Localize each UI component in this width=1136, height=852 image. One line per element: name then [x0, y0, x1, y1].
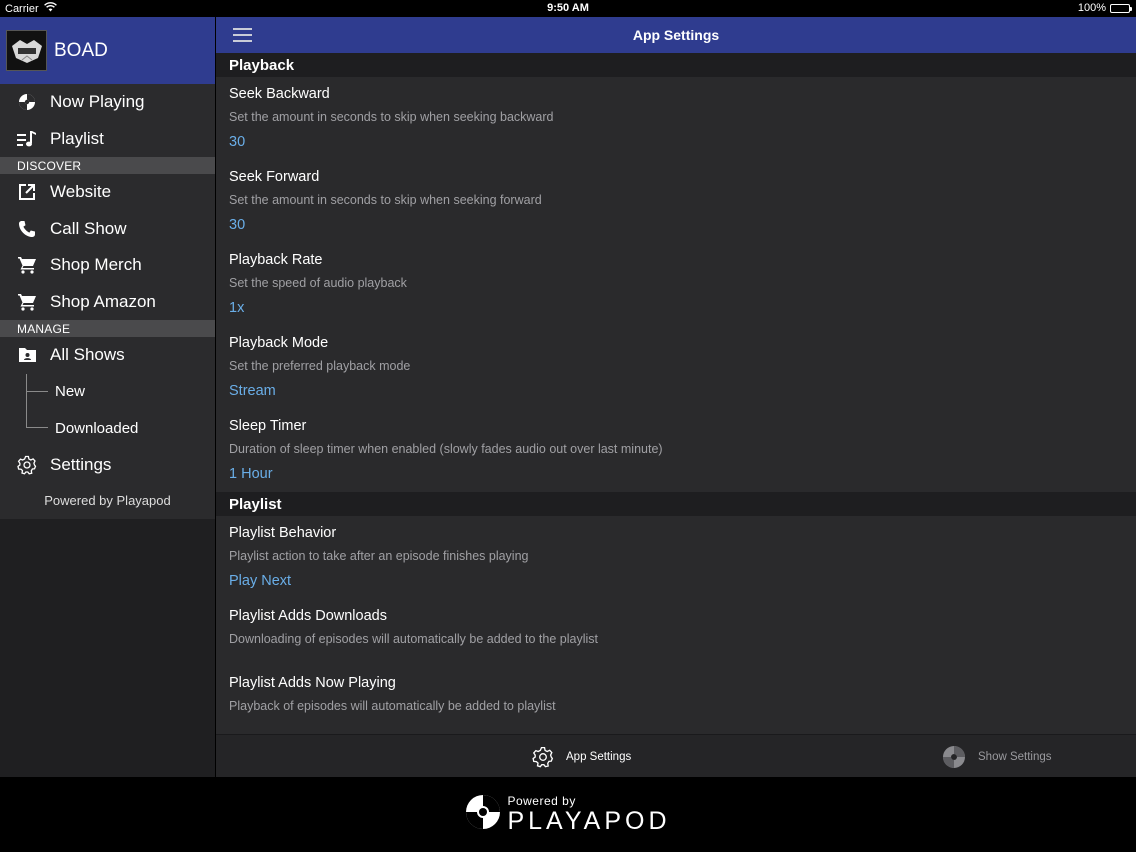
setting-description: Set the preferred playback mode: [229, 359, 411, 373]
cart-icon: [17, 255, 37, 275]
sidebar-item-now-playing[interactable]: Now Playing: [0, 84, 215, 121]
setting-seek-backward[interactable]: Seek Backward Set the amount in seconds …: [216, 77, 1136, 160]
phone-icon: [17, 219, 37, 239]
external-link-icon: [17, 182, 37, 202]
tab-label: App Settings: [566, 750, 632, 763]
sidebar-item-label: New: [55, 383, 86, 401]
setting-description: Downloading of episodes will automatical…: [229, 632, 598, 646]
setting-value[interactable]: 1x: [229, 300, 1136, 316]
sidebar-item-new[interactable]: New: [0, 373, 215, 410]
sidebar-item-label: Shop Amazon: [50, 291, 156, 311]
setting-description: Duration of sleep timer when enabled (sl…: [229, 442, 663, 456]
battery-percent: 100%: [1077, 2, 1106, 14]
sidebar: BOAD Now Playing Playlist DISCOVER Websi…: [0, 17, 215, 777]
sidebar-item-all-shows[interactable]: All Shows: [0, 337, 215, 374]
sidebar-item-label: All Shows: [50, 345, 125, 365]
tab-app-settings[interactable]: App Settings: [532, 735, 631, 778]
tree-connector: [26, 373, 48, 392]
playlist-icon: [17, 129, 37, 149]
tree-connector: [26, 410, 48, 429]
setting-name: Playback Mode: [229, 335, 329, 351]
sidebar-item-website[interactable]: Website: [0, 174, 215, 211]
powered-by-label: Powered by: [507, 794, 576, 808]
setting-value[interactable]: 1 Hour: [229, 466, 1136, 482]
setting-name: Sleep Timer: [229, 418, 307, 434]
sidebar-item-downloaded[interactable]: Downloaded: [0, 410, 215, 447]
setting-description: Playback of episodes will automatically …: [229, 699, 556, 713]
setting-description: Playlist action to take after an episode…: [229, 549, 529, 563]
playapod-disc-icon: [465, 794, 501, 835]
setting-playlist-adds-downloads[interactable]: Playlist Adds Downloads Downloading of e…: [216, 599, 1136, 666]
sidebar-item-label: Playlist: [50, 128, 104, 148]
battery-icon: [1110, 3, 1132, 13]
setting-playback-mode[interactable]: Playback Mode Set the preferred playback…: [216, 326, 1136, 409]
setting-description: Set the amount in seconds to skip when s…: [229, 110, 554, 124]
section-label-discover: DISCOVER: [0, 157, 215, 174]
clock: 9:50 AM: [547, 2, 589, 14]
brand-header[interactable]: BOAD: [0, 17, 215, 84]
setting-name: Playlist Behavior: [229, 525, 337, 541]
cart-icon: [17, 292, 37, 312]
show-logo: [6, 30, 47, 71]
section-header-playback: Playback: [216, 53, 1136, 77]
setting-name: Seek Backward: [229, 86, 330, 102]
sidebar-item-label: Settings: [50, 454, 112, 474]
powered-by-text: Powered by Playapod: [44, 493, 171, 508]
gear-icon: [17, 455, 37, 475]
setting-playback-rate[interactable]: Playback Rate Set the speed of audio pla…: [216, 243, 1136, 326]
sidebar-item-label: Call Show: [50, 218, 127, 238]
setting-description: Set the speed of audio playback: [229, 276, 407, 290]
setting-name: Playlist Adds Downloads: [229, 608, 387, 624]
tab-show-settings[interactable]: Show Settings: [942, 735, 1052, 778]
setting-value[interactable]: 30: [229, 217, 1136, 233]
nav-bar: App Settings: [216, 17, 1136, 53]
status-bar: Carrier 9:50 AM 100%: [0, 0, 1136, 17]
gear-icon: [532, 746, 554, 768]
playapod-logo[interactable]: Powered by PLAYAPOD: [465, 794, 670, 835]
setting-name: Playlist Adds Now Playing: [229, 675, 396, 691]
setting-sleep-timer[interactable]: Sleep Timer Duration of sleep timer when…: [216, 409, 1136, 492]
sidebar-item-shop-amazon[interactable]: Shop Amazon: [0, 284, 215, 321]
setting-seek-forward[interactable]: Seek Forward Set the amount in seconds t…: [216, 160, 1136, 243]
setting-name: Seek Forward: [229, 169, 320, 185]
setting-name: Playback Rate: [229, 252, 323, 268]
setting-value[interactable]: 30: [229, 134, 1136, 150]
disc-icon: [942, 745, 966, 769]
tab-label: Show Settings: [978, 750, 1052, 763]
playapod-wordmark: PLAYAPOD: [507, 807, 671, 835]
sidebar-menu: BOAD Now Playing Playlist DISCOVER Websi…: [0, 17, 215, 519]
footer-banner: Powered by PLAYAPOD: [0, 777, 1136, 852]
main-panel: App Settings Playback Seek Backward Set …: [216, 17, 1136, 777]
folder-icon: [17, 345, 37, 365]
setting-playlist-adds-now-playing[interactable]: Playlist Adds Now Playing Playback of ep…: [216, 666, 1136, 733]
sidebar-item-label: Shop Merch: [50, 255, 142, 275]
section-header-playlist: Playlist: [216, 492, 1136, 516]
tree-connector: [26, 391, 27, 410]
setting-value[interactable]: Stream: [229, 383, 1136, 399]
sidebar-item-playlist[interactable]: Playlist: [0, 121, 215, 158]
setting-description: Set the amount in seconds to skip when s…: [229, 193, 542, 207]
page-title: App Settings: [632, 27, 720, 43]
sidebar-item-label: Downloaded: [55, 419, 139, 437]
setting-value[interactable]: Play Next: [229, 573, 1136, 589]
sidebar-item-label: Now Playing: [50, 92, 145, 112]
sidebar-item-label: Website: [50, 182, 112, 202]
sidebar-item-settings[interactable]: Settings: [0, 447, 215, 484]
sidebar-item-call-show[interactable]: Call Show: [0, 211, 215, 248]
battery-indicator: 100%: [1077, 2, 1132, 14]
brand-title: BOAD: [54, 39, 108, 61]
section-label-manage: MANAGE: [0, 320, 215, 337]
disc-icon: [17, 92, 37, 112]
sidebar-item-shop-merch[interactable]: Shop Merch: [0, 247, 215, 284]
tab-bar: App Settings Show Settings: [216, 734, 1136, 777]
setting-playlist-behavior[interactable]: Playlist Behavior Playlist action to tak…: [216, 516, 1136, 599]
menu-icon[interactable]: [233, 28, 252, 42]
